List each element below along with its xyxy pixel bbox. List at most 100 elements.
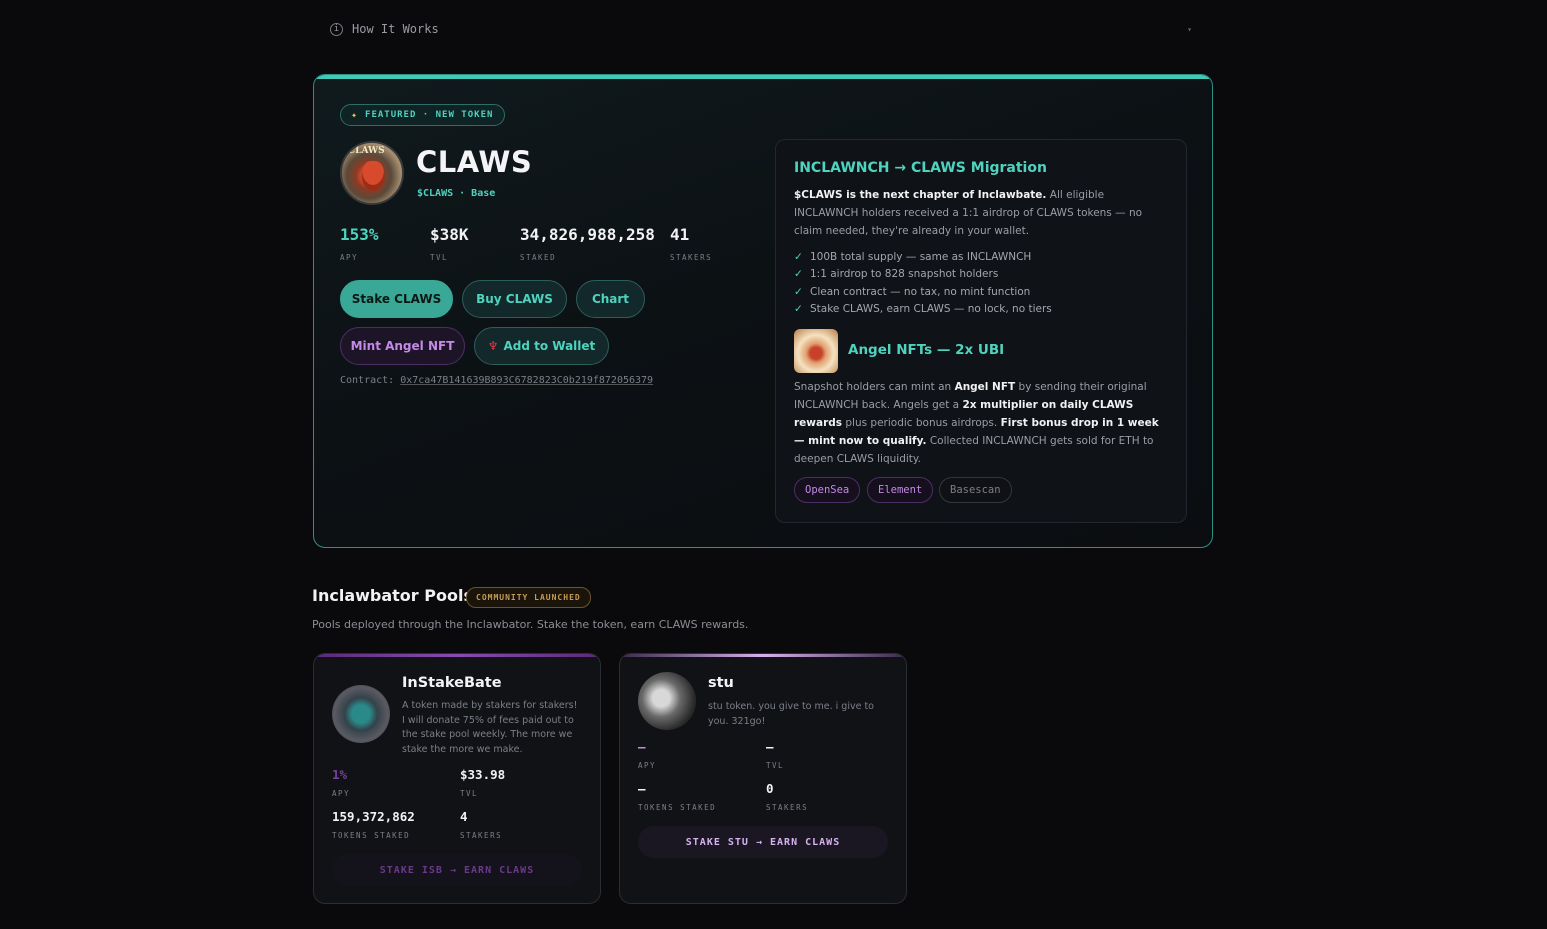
migration-intro: $CLAWS is the next chapter of Inclawbate… xyxy=(794,186,1169,240)
pool-tvl: $33.98 TVL xyxy=(460,767,505,798)
featured-badge: ✦ FEATURED · NEW TOKEN xyxy=(340,104,506,126)
stat-staked-label: STAKED xyxy=(520,253,557,262)
pool-tokens-staked: 159,372,862 TOKENS STAKED xyxy=(332,809,415,840)
angel-nft-image xyxy=(794,329,838,373)
stat-apy-value: 153% xyxy=(340,225,379,244)
pool-apy-label: APY xyxy=(332,789,351,798)
stat-stakers: 41 STAKERS xyxy=(670,225,712,262)
list-item: ✓ Stake CLAWS, earn CLAWS — no lock, no t… xyxy=(794,301,1052,319)
community-launched-badge: COMMUNITY LAUNCHED xyxy=(466,587,591,608)
pool-stakers-value: 4 xyxy=(460,809,468,824)
contract-label: Contract: xyxy=(340,375,395,386)
info-icon: i xyxy=(330,22,343,36)
token-ticker: $CLAWS · Base xyxy=(417,188,496,199)
pool-tvl-label: TVL xyxy=(460,789,479,798)
pool-stakers: 4 STAKERS xyxy=(460,809,502,840)
check-icon: ✓ xyxy=(794,250,803,263)
pool-apy-value: — xyxy=(638,739,646,754)
stat-apy-label: APY xyxy=(340,253,359,262)
featured-token-card: ✦ FEATURED · NEW TOKEN CLAWS CLAWS $CLAW… xyxy=(313,74,1213,548)
add-to-wallet-label: Add to Wallet xyxy=(503,339,596,353)
angel-text-1: Snapshot holders can mint an xyxy=(794,381,955,393)
opensea-link[interactable]: OpenSea xyxy=(794,477,861,503)
pool-apy: — APY xyxy=(638,739,656,770)
bullet-text: 100B total supply — same as INCLAWNCH xyxy=(810,250,1032,263)
card-accent-bar xyxy=(314,75,1212,79)
contract-row: Contract: 0x7ca47B141639B893C6782823C0b2… xyxy=(340,375,653,386)
pool-description: stu token. you give to me. i give to you… xyxy=(708,701,874,727)
pool-card-stu[interactable]: stu stu token. you give to me. i give to… xyxy=(619,653,907,904)
bullet-text: 1:1 airdrop to 828 snapshot holders xyxy=(810,268,999,281)
stat-stakers-label: STAKERS xyxy=(670,253,713,262)
instakebate-avatar xyxy=(332,685,390,743)
pool-stakers: 0 STAKERS xyxy=(766,781,808,812)
stake-claws-button[interactable]: Stake CLAWS xyxy=(340,280,453,318)
element-link[interactable]: Element xyxy=(867,477,934,503)
chart-button[interactable]: Chart xyxy=(576,280,645,318)
angel-bold-1: Angel NFT xyxy=(954,381,1016,393)
list-item: ✓ 100B total supply — same as INCLAWNCH xyxy=(794,248,1052,266)
check-icon: ✓ xyxy=(794,285,803,298)
pool-apy: 1% APY xyxy=(332,767,350,798)
basescan-link[interactable]: Basescan xyxy=(939,477,1012,503)
token-name: CLAWS xyxy=(416,145,533,179)
logo-text: CLAWS xyxy=(348,146,385,156)
claws-logo: CLAWS xyxy=(340,141,404,205)
stake-isb-button[interactable]: STAKE ISB → EARN CLAWS xyxy=(332,854,582,886)
pool-staked-label: TOKENS STAKED xyxy=(638,803,717,812)
pool-description: A token made by stakers for stakers! I w… xyxy=(402,700,578,755)
bullet-text: Clean contract — no tax, no mint functio… xyxy=(810,285,1031,298)
check-icon: ✓ xyxy=(794,268,803,281)
contract-address-link[interactable]: 0x7ca47B141639B893C6782823C0b219f8720563… xyxy=(400,375,653,386)
how-it-works-toggle[interactable]: i How It Works ▾ xyxy=(330,20,1192,38)
pool-staked-label: TOKENS STAKED xyxy=(332,831,411,840)
check-icon: ✓ xyxy=(794,303,803,316)
stake-stu-button[interactable]: STAKE STU → EARN CLAWS xyxy=(638,826,888,858)
intro-bold: $CLAWS is the next chapter of Inclawbate… xyxy=(794,189,1047,201)
migration-panel: INCLAWNCH → CLAWS Migration $CLAWS is th… xyxy=(775,139,1187,523)
list-item: ✓ Clean contract — no tax, no mint functi… xyxy=(794,283,1052,301)
pool-name: stu xyxy=(708,675,734,691)
migration-title: INCLAWNCH → CLAWS Migration xyxy=(794,160,1047,176)
card-accent-bar xyxy=(314,654,600,657)
pool-tokens-staked: — TOKENS STAKED xyxy=(638,781,716,812)
stat-staked: 34,826,988,258 STAKED xyxy=(520,225,655,262)
stat-apy: 153% APY xyxy=(340,225,379,262)
buy-claws-button[interactable]: Buy CLAWS xyxy=(462,280,567,318)
pool-tvl-label: TVL xyxy=(766,761,785,770)
angel-nft-title: Angel NFTs — 2x UBI xyxy=(848,342,1005,358)
how-it-works-label: How It Works xyxy=(352,22,439,36)
pool-staked-value: 159,372,862 xyxy=(332,809,415,824)
pool-apy-value: 1% xyxy=(332,767,348,782)
mint-angel-nft-button[interactable]: Mint Angel NFT xyxy=(340,327,465,365)
angel-text-3: plus periodic bonus airdrops. xyxy=(842,417,1001,429)
bullet-text: Stake CLAWS, earn CLAWS — no lock, no ti… xyxy=(810,303,1052,316)
devil-icon: ♆ xyxy=(487,339,499,353)
stu-avatar xyxy=(638,672,696,730)
list-item: ✓ 1:1 airdrop to 828 snapshot holders xyxy=(794,266,1052,284)
add-to-wallet-button[interactable]: ♆ Add to Wallet xyxy=(474,327,609,365)
lobster-icon xyxy=(362,161,384,191)
pool-tvl: — TVL xyxy=(766,739,784,770)
pool-name: InStakeBate xyxy=(402,675,502,691)
featured-badge-label: FEATURED · NEW TOKEN xyxy=(365,110,494,120)
pool-stakers-label: STAKERS xyxy=(766,803,809,812)
stat-tvl-value: $38K xyxy=(430,225,469,244)
stat-stakers-value: 41 xyxy=(670,225,690,244)
pool-card-instakebate[interactable]: InStakeBate A token made by stakers for … xyxy=(313,653,601,904)
sparkle-icon: ✦ xyxy=(351,109,359,121)
pool-apy-label: APY xyxy=(638,761,657,770)
pool-tvl-value: $33.98 xyxy=(460,767,506,782)
pool-stakers-label: STAKERS xyxy=(460,831,503,840)
stat-tvl-label: TVL xyxy=(430,253,449,262)
pools-title: Inclawbator Pools xyxy=(312,586,473,605)
pool-stakers-value: 0 xyxy=(766,781,774,796)
migration-bullets: ✓ 100B total supply — same as INCLAWNCH ✓… xyxy=(794,248,1052,318)
stat-tvl: $38K TVL xyxy=(430,225,469,262)
chevron-down-icon: ▾ xyxy=(1187,24,1192,34)
angel-nft-description: Snapshot holders can mint an Angel NFT b… xyxy=(794,378,1169,468)
stat-staked-value: 34,826,988,258 xyxy=(520,225,655,244)
pool-tvl-value: — xyxy=(766,739,774,754)
pool-staked-value: — xyxy=(638,781,646,796)
card-accent-bar xyxy=(620,654,906,657)
